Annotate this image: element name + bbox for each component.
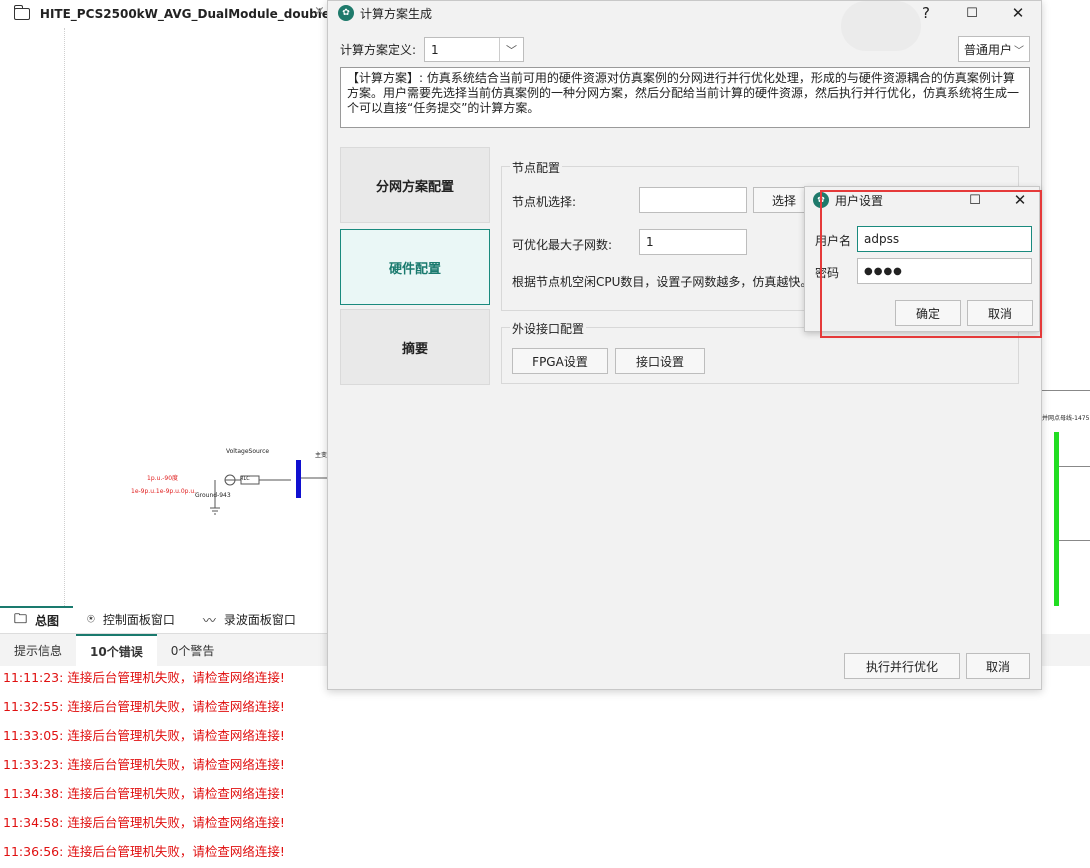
error-log: 11:11:23: 连接后台管理机失败，请检查网络连接! 11:32:55: 连… xyxy=(3,668,703,868)
file-tab-label: HITE_PCS2500kW_AVG_DualModule_double xyxy=(39,7,330,21)
rlc-label: RLC xyxy=(240,476,250,482)
group-title: 节点配置 xyxy=(510,159,563,176)
popup-title: 用户设置 xyxy=(835,193,884,208)
file-tab-close-icon[interactable]: × xyxy=(314,4,325,19)
canvas-line xyxy=(1042,390,1090,391)
maximize-icon[interactable]: ☐ xyxy=(965,190,985,210)
tab-label: 录波面板窗口 xyxy=(223,613,296,627)
user-settings-dialog: ✿ 用户设置 ☐ ✕ 用户名 adpss 密码 ●●●● 确定 取消 xyxy=(804,186,1040,332)
tree-icon: ⍟ xyxy=(87,612,95,627)
tab-info[interactable]: 提示信息 xyxy=(0,634,76,666)
popup-title-bar: ✿ 用户设置 xyxy=(805,187,1039,213)
ok-button[interactable]: 确定 xyxy=(895,300,961,326)
schematic-diagram[interactable] xyxy=(205,468,335,524)
username-label: 用户名 xyxy=(815,234,852,248)
source-red-label-1: 1p.u.-90度 xyxy=(147,475,179,482)
nav-partition-config[interactable]: 分网方案配置 xyxy=(340,147,490,223)
definition-row: 计算方案定义: 1 ﹀ xyxy=(340,37,525,62)
app-logo-icon: ✿ xyxy=(813,192,829,208)
log-line: 11:33:23: 连接后台管理机失败，请检查网络连接! xyxy=(3,757,285,772)
chevron-down-icon: ﹀ xyxy=(1014,45,1024,57)
run-optimization-button[interactable]: 执行并行优化 xyxy=(844,653,960,679)
tab-wave-panel[interactable]: 〰 录波面板窗口 xyxy=(189,606,310,634)
user-mode-value: 普通用户 xyxy=(964,42,1013,57)
scheme-generation-dialog: ✿ 计算方案生成 ? ☐ ✕ 计算方案定义: 1 ﹀ 普通用户 ﹀ 【计算方案】… xyxy=(327,0,1042,690)
subnet-hint: 根据节点机空闲CPU数目，设置子网数越多，仿真越快。 xyxy=(512,275,813,289)
canvas-line xyxy=(1059,540,1090,541)
busbar-green[interactable] xyxy=(1054,432,1059,606)
definition-select[interactable]: 1 ﹀ xyxy=(424,37,525,62)
tab-errors[interactable]: 10个错误 xyxy=(76,634,157,666)
password-label: 密码 xyxy=(815,266,840,280)
dialog-cancel-button[interactable]: 取消 xyxy=(966,653,1030,679)
close-icon[interactable]: ✕ xyxy=(1008,3,1028,23)
log-line: 11:34:38: 连接后台管理机失败，请检查网络连接! xyxy=(3,786,285,801)
tab-overview[interactable]: 🗀 总图 xyxy=(0,605,74,634)
dialog-title: 计算方案生成 xyxy=(360,6,433,21)
user-mode-select[interactable]: 普通用户 ﹀ xyxy=(958,36,1030,62)
tab-warnings[interactable]: 0个警告 xyxy=(157,634,229,666)
definition-value: 1 xyxy=(431,42,439,57)
tab-label: 控制面板窗口 xyxy=(102,613,175,627)
nav-summary[interactable]: 摘要 xyxy=(340,309,490,385)
password-field[interactable]: ●●●● xyxy=(857,258,1032,284)
fpga-settings-button[interactable]: FPGA设置 xyxy=(512,348,608,374)
grid-bus-label: 并网点母线-1475 xyxy=(1042,415,1090,422)
canvas-divider xyxy=(64,28,65,608)
source-red-label-2: 1e-9p.u.1e-9p.u.0p.u. xyxy=(131,488,197,495)
io-config-group: 外设接口配置 FPGA设置 接口设置 xyxy=(501,320,1019,384)
log-line: 11:34:58: 连接后台管理机失败，请检查网络连接! xyxy=(3,815,285,830)
file-tab[interactable]: HITE_PCS2500kW_AVG_DualModule_double xyxy=(0,0,330,28)
definition-label: 计算方案定义: xyxy=(340,43,417,57)
username-field[interactable]: adpss xyxy=(857,226,1032,252)
log-line: 11:36:56: 连接后台管理机失败，请检查网络连接! xyxy=(3,844,285,859)
group-title: 外设接口配置 xyxy=(510,320,587,337)
busbar-blue[interactable] xyxy=(296,460,301,498)
folder-icon xyxy=(14,5,30,20)
folder-icon: 🗀 xyxy=(14,611,28,627)
log-line: 11:33:05: 连接后台管理机失败，请检查网络连接! xyxy=(3,728,285,743)
maximize-icon[interactable]: ☐ xyxy=(962,3,982,23)
bottom-tab-bar: 🗀 总图 ⍟ 控制面板窗口 〰 录波面板窗口 xyxy=(0,605,330,634)
voltage-source-label: VoltageSource xyxy=(226,448,270,455)
tab-control-panel[interactable]: ⍟ 控制面板窗口 xyxy=(73,606,189,634)
close-icon[interactable]: ✕ xyxy=(1010,190,1030,210)
scheme-description: 【计算方案】: 仿真系统结合当前可用的硬件资源对仿真案例的分网进行并行优化处理，… xyxy=(340,67,1030,128)
tab-label: 总图 xyxy=(35,614,60,628)
max-subnet-field[interactable]: 1 xyxy=(639,229,747,255)
port-settings-button[interactable]: 接口设置 xyxy=(615,348,705,374)
log-line: 11:32:55: 连接后台管理机失败，请检查网络连接! xyxy=(3,699,285,714)
wave-icon: 〰 xyxy=(202,614,216,629)
node-select-label: 节点机选择: xyxy=(512,195,577,209)
help-icon[interactable]: ? xyxy=(916,3,936,23)
main-transformer-label: 主变 xyxy=(315,452,328,459)
canvas-line xyxy=(1059,466,1090,467)
chevron-down-icon: ﹀ xyxy=(499,38,517,61)
node-select-field[interactable] xyxy=(639,187,747,213)
app-logo-icon: ✿ xyxy=(338,5,354,21)
nav-hardware-config[interactable]: 硬件配置 xyxy=(340,229,490,305)
max-subnet-label: 可优化最大子网数: xyxy=(512,238,613,252)
popup-cancel-button[interactable]: 取消 xyxy=(967,300,1033,326)
